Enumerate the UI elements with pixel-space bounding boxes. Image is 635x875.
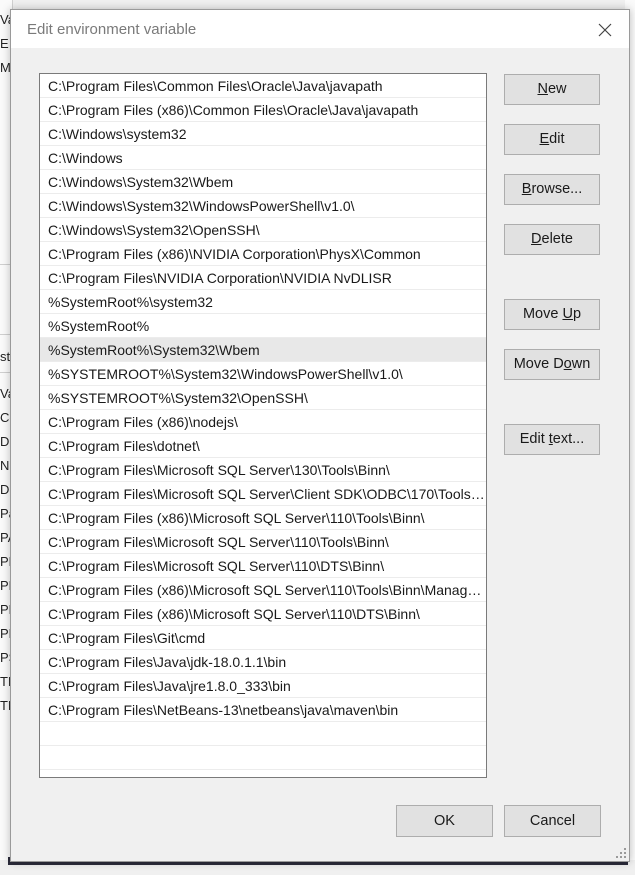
edit-button[interactable]: Edit [504,124,600,155]
empty-list-row [40,722,486,746]
empty-list-row [40,746,486,770]
browse-button[interactable]: Browse... [504,174,600,205]
path-list-item[interactable]: %SYSTEMROOT%\System32\OpenSSH\ [40,386,486,410]
path-list-item[interactable]: C:\Program Files\Common Files\Oracle\Jav… [40,74,486,98]
path-list-item[interactable]: C:\Program Files (x86)\NVIDIA Corporatio… [40,242,486,266]
path-list-item[interactable]: C:\Program Files\NetBeans-13\netbeans\ja… [40,698,486,722]
path-list-item[interactable]: C:\Program Files\Microsoft SQL Server\Cl… [40,482,486,506]
background-text: E [0,36,9,51]
move-down-button[interactable]: Move Down [504,349,600,380]
path-list-item[interactable]: C:\Program Files\Microsoft SQL Server\13… [40,458,486,482]
title-bar: Edit environment variable [11,10,629,48]
edit-text-button[interactable]: Edit text... [504,424,600,455]
path-list-item[interactable]: C:\Program Files (x86)\Microsoft SQL Ser… [40,578,486,602]
path-list-item[interactable]: %SystemRoot%\System32\Wbem [40,338,486,362]
resize-grip-icon[interactable] [615,847,627,859]
path-list-item[interactable]: C:\Program Files (x86)\Microsoft SQL Ser… [40,602,486,626]
path-list-item[interactable]: C:\Program Files\NVIDIA Corporation\NVID… [40,266,486,290]
path-list-item[interactable]: %SYSTEMROOT%\System32\WindowsPowerShell\… [40,362,486,386]
path-list-item[interactable]: C:\Program Files\Git\cmd [40,626,486,650]
new-button[interactable]: New [504,74,600,105]
path-list-item[interactable]: C:\Windows [40,146,486,170]
path-list-item[interactable]: C:\Program Files\Microsoft SQL Server\11… [40,554,486,578]
dialog-title: Edit environment variable [27,21,197,38]
close-icon [598,23,612,37]
path-list-item[interactable]: %SystemRoot% [40,314,486,338]
path-list-item[interactable]: C:\Windows\System32\Wbem [40,170,486,194]
path-list[interactable]: C:\Program Files\Common Files\Oracle\Jav… [39,73,487,778]
path-list-item[interactable]: C:\Windows\System32\OpenSSH\ [40,218,486,242]
path-list-item[interactable]: C:\Windows\system32 [40,122,486,146]
cancel-button[interactable]: Cancel [504,805,601,837]
path-list-item[interactable]: C:\Program Files\Java\jdk-18.0.1.1\bin [40,650,486,674]
path-list-item[interactable]: C:\Program Files\dotnet\ [40,434,486,458]
path-list-item[interactable]: C:\Program Files (x86)\Common Files\Orac… [40,98,486,122]
ok-button[interactable]: OK [396,805,493,837]
close-button[interactable] [593,18,617,42]
move-up-button[interactable]: Move Up [504,299,600,330]
path-list-item[interactable]: C:\Program Files\Microsoft SQL Server\11… [40,530,486,554]
edit-environment-variable-dialog: Edit environment variable C:\Program Fil… [10,9,630,862]
delete-button[interactable]: Delete [504,224,600,255]
path-list-item[interactable]: %SystemRoot%\system32 [40,290,486,314]
path-list-item[interactable]: C:\Program Files (x86)\Microsoft SQL Ser… [40,506,486,530]
path-list-item[interactable]: C:\Program Files (x86)\nodejs\ [40,410,486,434]
path-list-item[interactable]: C:\Windows\System32\WindowsPowerShell\v1… [40,194,486,218]
path-list-item[interactable]: C:\Program Files\Java\jre1.8.0_333\bin [40,674,486,698]
